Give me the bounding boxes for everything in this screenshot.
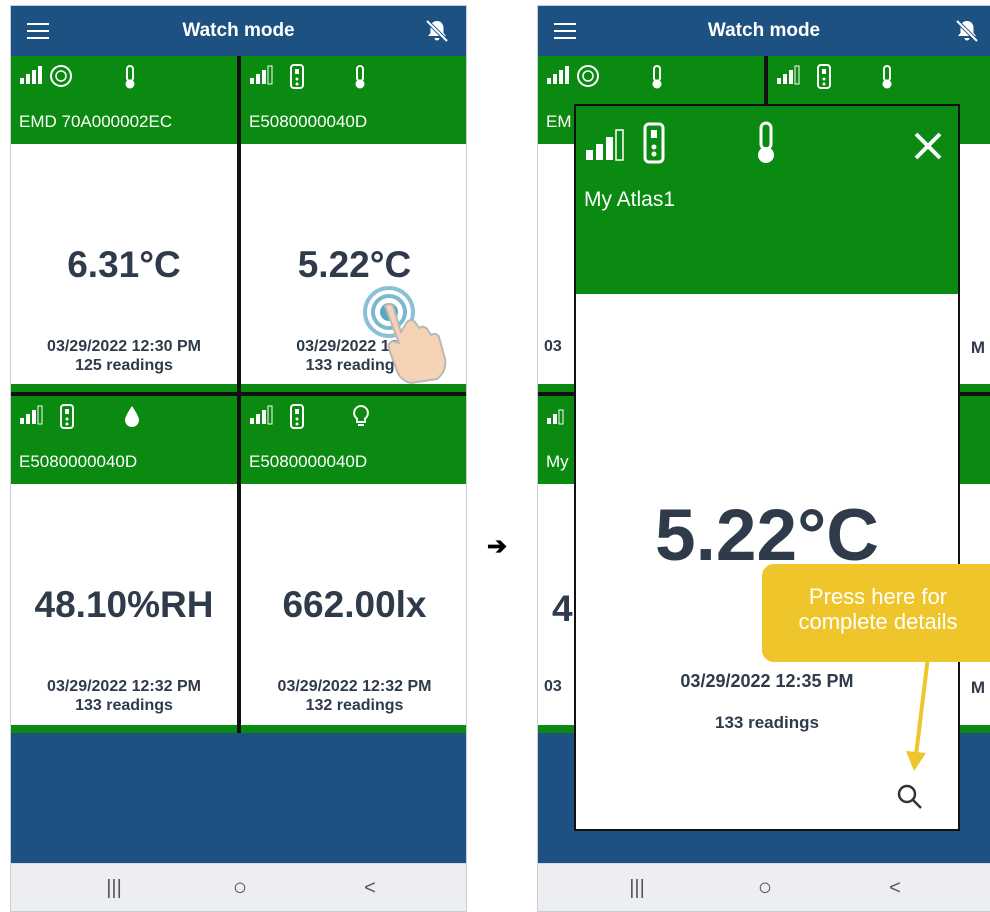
system-nav-bar: ||| ○ <	[538, 863, 990, 911]
phone-screen-left: Watch mode EMD 70A000002EC 6.31°C 03/29/…	[10, 5, 467, 912]
notifications-off-icon[interactable]	[424, 18, 450, 44]
light-bulb-icon	[353, 404, 369, 426]
reading-timestamp: 03/29/2022 12:30 PM	[47, 338, 201, 355]
reading-count: 125 readings	[75, 357, 173, 374]
top-app-bar: Watch mode	[11, 6, 466, 56]
reading-timestamp: 03/29/2022 12:32 PM	[47, 678, 201, 695]
tile-footer-bar	[241, 725, 466, 733]
page-title: Watch mode	[182, 20, 295, 41]
humidity-drop-icon	[125, 406, 139, 427]
sensor-tile[interactable]: E5080000040D 662.00lx 03/29/2022 12:32 P…	[241, 396, 466, 733]
thermometer-icon	[882, 65, 892, 89]
page-title: Watch mode	[707, 20, 821, 41]
callout-line-2: complete details	[798, 609, 958, 634]
thermometer-icon	[125, 65, 135, 89]
signal-strength-icon	[250, 405, 273, 425]
popup-header: My Atlas1	[576, 106, 958, 294]
device-id: E5080000040D	[249, 452, 368, 471]
logger-icon	[60, 404, 74, 429]
sensor-round-icon	[50, 65, 72, 87]
close-icon[interactable]	[910, 128, 946, 164]
thermometer-icon	[758, 121, 774, 163]
signal-strength-icon	[250, 65, 273, 85]
tile-header: E5080000040D	[241, 56, 466, 144]
back-button[interactable]: <	[359, 877, 381, 899]
sensor-round-icon	[577, 65, 599, 87]
thermometer-icon	[355, 65, 365, 89]
home-button[interactable]: ○	[754, 876, 776, 900]
logger-icon	[643, 122, 665, 164]
signal-strength-icon	[586, 129, 624, 161]
callout-pointer-arrow	[906, 656, 930, 771]
tile-header: E5080000040D	[241, 396, 466, 484]
device-id: My	[546, 452, 569, 471]
search-icon[interactable]	[896, 783, 924, 811]
device-id: EMD 70A000002EC	[19, 112, 173, 131]
top-app-bar: Watch mode	[538, 6, 990, 56]
reading-timestamp: 03/29/2022 12:32 PM	[277, 678, 432, 695]
tile-footer-bar	[241, 384, 466, 392]
notifications-off-icon[interactable]	[954, 18, 980, 44]
reading-count: 132 readings	[305, 697, 404, 714]
device-id: E5080000040D	[19, 452, 138, 471]
tooltip-callout: Press here for complete details	[762, 564, 990, 662]
logger-icon	[817, 64, 831, 89]
sensor-reading: 48.10%RH	[34, 584, 214, 625]
tile-header: E5080000040D	[11, 396, 237, 484]
system-nav-bar: ||| ○ <	[11, 863, 466, 911]
home-button[interactable]: ○	[229, 876, 251, 900]
logger-icon	[290, 404, 304, 429]
sensor-reading: 5.22°C	[297, 244, 412, 285]
sensor-tile[interactable]: E5080000040D 48.10%RH 03/29/2022 12:32 P…	[11, 396, 237, 733]
device-id: EM	[546, 112, 572, 131]
sensor-grid: EMD 70A000002EC 6.31°C 03/29/2022 12:30 …	[11, 56, 466, 733]
signal-strength-icon	[20, 66, 42, 84]
logger-icon	[290, 64, 304, 89]
signal-strength-icon	[547, 66, 569, 84]
back-button[interactable]: <	[884, 877, 906, 899]
sensor-reading: 662.00lx	[282, 584, 427, 625]
device-name: My Atlas1	[584, 188, 676, 211]
tile-header: EMD 70A000002EC	[11, 56, 237, 144]
signal-strength-icon	[20, 405, 43, 425]
phone-screen-right: Watch mode EM 03 M My 4 03 M My Atlas1 5…	[537, 5, 990, 912]
tile-footer-bar	[11, 725, 237, 733]
device-id: E5080000040D	[249, 112, 368, 131]
reading-count: 133 readings	[75, 697, 173, 714]
thermometer-icon	[652, 65, 662, 89]
transition-arrow: ➔	[487, 533, 508, 560]
signal-strength-icon	[777, 65, 800, 85]
tile-footer-bar	[11, 384, 237, 392]
sensor-tile[interactable]: E5080000040D 5.22°C 03/29/2022 12:3 133 …	[241, 56, 466, 392]
callout-line-1: Press here for	[808, 584, 948, 609]
sensor-tile[interactable]: EMD 70A000002EC 6.31°C 03/29/2022 12:30 …	[11, 56, 237, 392]
reading-timestamp: M	[970, 338, 985, 357]
sensor-reading: 6.31°C	[67, 244, 181, 285]
tap-gesture-icon	[363, 286, 447, 384]
reading-timestamp: M	[970, 678, 985, 697]
recent-apps-button[interactable]: |||	[103, 877, 125, 899]
signal-strength-icon	[547, 409, 564, 425]
recent-apps-button[interactable]: |||	[626, 877, 648, 899]
